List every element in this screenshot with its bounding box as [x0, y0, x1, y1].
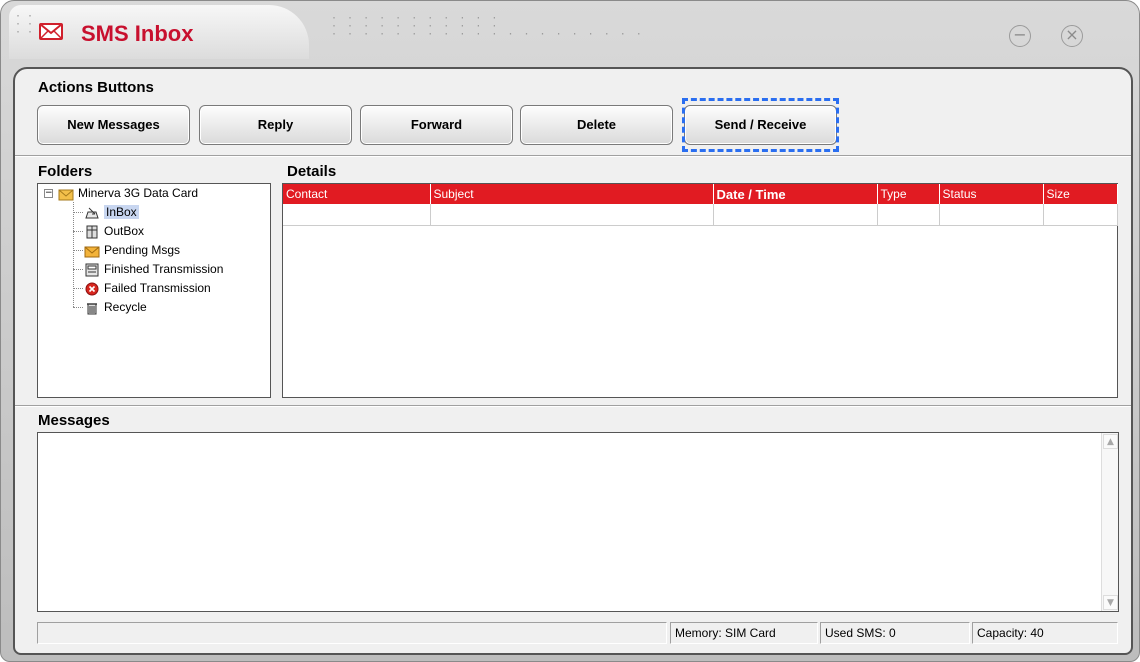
tree-item-label: Failed Transmission: [104, 281, 211, 295]
forward-button[interactable]: Forward: [360, 105, 513, 145]
tree-connector: [73, 269, 83, 270]
divider: [15, 155, 1131, 157]
envelope-icon: [58, 189, 74, 201]
column-header-subject[interactable]: Subject: [430, 184, 714, 204]
tree-item-label: Recycle: [104, 300, 147, 314]
column-header-status[interactable]: Status: [939, 184, 1044, 204]
tree-root-minerva[interactable]: Minerva 3G Data Card: [58, 184, 198, 203]
status-memory: Memory: SIM Card: [670, 622, 818, 644]
tree-connector: [73, 202, 74, 307]
minimize-button[interactable]: −: [1009, 25, 1031, 47]
tree-connector: [73, 288, 83, 289]
tree-item-failed[interactable]: Failed Transmission: [84, 279, 211, 298]
message-scrollbar[interactable]: ▲ ▼: [1101, 433, 1118, 611]
column-header-contact[interactable]: Contact: [283, 184, 431, 204]
tree-connector: [73, 250, 83, 251]
title-bar[interactable]: · · · · · · · · · · · · · · · · · · · · · · ·…: [1, 1, 1139, 63]
details-list[interactable]: Contact Subject Date / Time Type Status …: [282, 183, 1118, 398]
message-body: [38, 433, 1118, 441]
details-table: Contact Subject Date / Time Type Status …: [283, 184, 1118, 226]
reply-button[interactable]: Reply: [199, 105, 352, 145]
column-header-size[interactable]: Size: [1043, 184, 1118, 204]
column-header-date-time[interactable]: Date / Time: [713, 184, 878, 204]
tree-item-label: Pending Msgs: [104, 243, 181, 257]
scroll-up-icon[interactable]: ▲: [1103, 434, 1118, 449]
new-messages-button[interactable]: New Messages: [37, 105, 190, 145]
tree-root-label: Minerva 3G Data Card: [78, 186, 199, 200]
tree-item-label: Finished Transmission: [104, 262, 224, 276]
grip-dots: · · ·: [27, 11, 36, 38]
details-section-label: Details: [287, 163, 337, 180]
tree-item-pending[interactable]: Pending Msgs: [84, 241, 180, 260]
table-cell: [283, 204, 431, 226]
folder-tree[interactable]: − Minerva 3G Data Card InBox OutBox Pend…: [37, 183, 271, 398]
main-panel: Actions Buttons New Messages Reply Forwa…: [13, 67, 1133, 655]
collapse-toggle[interactable]: −: [44, 189, 53, 198]
column-header-type[interactable]: Type: [877, 184, 940, 204]
error-icon: [85, 282, 99, 296]
finished-tray-icon: [85, 263, 99, 277]
status-used-sms: Used SMS: 0: [820, 622, 970, 644]
sms-inbox-window: · · · · · · · · · · · · · · · · · · · · · · ·…: [0, 0, 1140, 662]
table-cell: [1043, 204, 1118, 226]
table-cell: [713, 204, 878, 226]
tree-item-finished[interactable]: Finished Transmission: [84, 260, 223, 279]
actions-section-label: Actions Buttons: [38, 79, 154, 96]
tree-connector: [73, 231, 83, 232]
outbox-icon: [86, 225, 98, 239]
tree-item-outbox[interactable]: OutBox: [84, 222, 144, 241]
inbox-tray-icon: [85, 207, 99, 219]
envelope-icon: [84, 246, 100, 258]
trash-icon: [87, 303, 97, 315]
message-preview[interactable]: ▲ ▼: [37, 432, 1119, 612]
status-bar-message: [37, 622, 667, 644]
tree-item-label: OutBox: [104, 224, 145, 238]
tree-connector: [73, 307, 83, 308]
table-cell: [430, 204, 714, 226]
table-cell: [877, 204, 940, 226]
scroll-down-icon[interactable]: ▼: [1103, 595, 1118, 610]
tree-item-inbox[interactable]: InBox: [84, 203, 139, 222]
messages-section-label: Messages: [38, 412, 110, 429]
tree-connector: [73, 212, 83, 213]
envelope-icon: [39, 23, 63, 40]
window-title: SMS Inbox: [81, 21, 194, 46]
grip-dots: · · ·: [15, 11, 24, 38]
close-button[interactable]: ×: [1061, 25, 1083, 47]
tree-item-label: InBox: [104, 205, 139, 219]
table-cell: [939, 204, 1044, 226]
divider: [15, 405, 1131, 407]
delete-button[interactable]: Delete: [520, 105, 673, 145]
status-capacity: Capacity: 40: [972, 622, 1118, 644]
decorative-dots: · · · · · · · · · · · · · · · · · · · · ·…: [331, 13, 644, 40]
folders-section-label: Folders: [38, 163, 93, 180]
tree-item-recycle[interactable]: Recycle: [84, 298, 147, 317]
table-row[interactable]: [283, 204, 1118, 226]
focus-highlight: [682, 98, 839, 152]
